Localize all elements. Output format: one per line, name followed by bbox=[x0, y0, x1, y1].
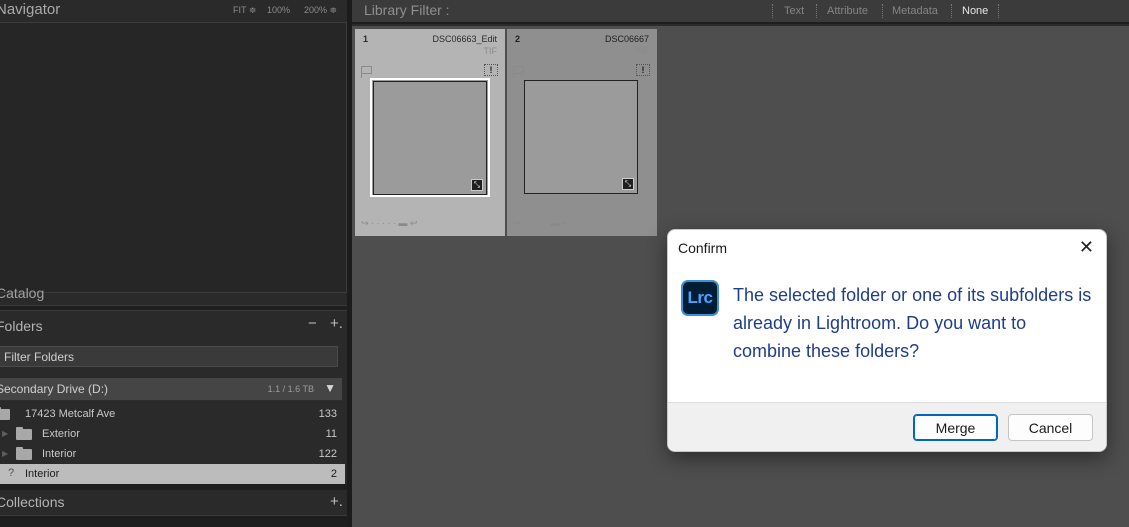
folders-panel-title: Folders bbox=[0, 318, 43, 334]
cell-index: 2 bbox=[515, 34, 521, 44]
cell-filetype: TIF bbox=[483, 46, 498, 56]
missing-file-warning-icon[interactable]: ! bbox=[484, 64, 498, 76]
dialog-title: Confirm bbox=[678, 240, 728, 256]
folder-count: 11 bbox=[325, 428, 337, 440]
collections-panel-title[interactable]: Collections bbox=[0, 494, 64, 510]
folder-count: 2 bbox=[330, 468, 337, 480]
drive-collapse-icon[interactable]: ▼ bbox=[324, 381, 336, 395]
navigator-header[interactable]: Navigator FIT ≑ 100% 200% ≑ bbox=[0, 0, 347, 20]
grid-cell[interactable]: 2 DSC06667 TIF ! ⤡ ↪ · · · · · ▬ ↩ bbox=[507, 29, 657, 236]
flag-icon[interactable] bbox=[361, 66, 372, 78]
cell-filename: DSC06663_Edit bbox=[432, 34, 497, 44]
navigator-preview[interactable] bbox=[0, 22, 347, 293]
flag-icon[interactable] bbox=[513, 66, 524, 78]
thumbnail[interactable]: ⤡ bbox=[524, 80, 638, 194]
folder-icon bbox=[16, 447, 32, 460]
folder-item-interior-selected[interactable]: ? Interior 2 bbox=[0, 464, 345, 484]
filter-text-tab[interactable]: Text bbox=[784, 5, 804, 17]
lightroom-window: Navigator FIT ≑ 100% 200% ≑ Catalog Fold… bbox=[0, 0, 1129, 527]
filter-separator bbox=[816, 4, 817, 18]
thumbnail-selection-frame: ⤡ bbox=[370, 78, 490, 197]
expand-triangle-icon[interactable]: ▶ bbox=[2, 449, 8, 458]
navigator-title: Navigator bbox=[0, 1, 61, 18]
filter-separator bbox=[951, 4, 952, 18]
drive-size: 1.1 / 1.6 TB bbox=[267, 384, 314, 394]
edited-badge-icon[interactable]: ⤡ bbox=[622, 178, 634, 190]
drive-row[interactable]: Secondary Drive (D:) 1.1 / 1.6 TB ▼ bbox=[0, 378, 342, 401]
collections-panel-body bbox=[0, 515, 347, 527]
missing-file-warning-icon[interactable]: ! bbox=[636, 64, 650, 76]
folder-icon bbox=[0, 407, 10, 420]
cancel-button[interactable]: Cancel bbox=[1008, 414, 1093, 441]
library-filter-bar: Library Filter : Text Attribute Metadata… bbox=[352, 0, 1129, 24]
cell-footer-icons[interactable]: ↪ · · · · · ▬ ↩ bbox=[361, 218, 499, 230]
expand-triangle-icon[interactable]: ▶ bbox=[2, 429, 8, 438]
left-panel: Navigator FIT ≑ 100% 200% ≑ Catalog Fold… bbox=[0, 0, 352, 527]
folder-count: 133 bbox=[318, 408, 337, 420]
close-icon[interactable]: ✕ bbox=[1079, 237, 1094, 258]
folder-item-17423-metcalf-ave[interactable]: 17423 Metcalf Ave 133 bbox=[0, 404, 345, 424]
filter-separator bbox=[882, 4, 883, 18]
edited-badge-icon[interactable]: ⤡ bbox=[471, 179, 483, 191]
filter-separator bbox=[772, 4, 773, 18]
confirm-dialog: Confirm ✕ Lrc The selected folder or one… bbox=[667, 229, 1107, 452]
folders-panel-header[interactable]: Folders − +. bbox=[0, 314, 347, 338]
folder-name: Exterior bbox=[42, 428, 80, 440]
dialog-message: The selected folder or one of its subfol… bbox=[733, 285, 1092, 361]
folder-item-exterior[interactable]: ▶ Exterior 11 bbox=[0, 424, 345, 444]
filter-separator bbox=[998, 4, 999, 18]
filter-metadata-tab[interactable]: Metadata bbox=[892, 5, 938, 17]
cell-filename: DSC06667 bbox=[604, 34, 649, 44]
folder-name: Interior bbox=[25, 468, 60, 480]
folder-count: 122 bbox=[318, 448, 337, 460]
filter-none-tab[interactable]: None bbox=[962, 5, 988, 17]
panel-separator bbox=[0, 484, 347, 490]
dialog-footer: Merge Cancel bbox=[668, 402, 1106, 451]
grid-cell[interactable]: 1 DSC06663_Edit TIF ! ⤡ ↪ · · · · · ▬ ↩ bbox=[355, 29, 505, 236]
merge-button[interactable]: Merge bbox=[913, 414, 998, 441]
zoom-200-option[interactable]: 200% ≑ bbox=[304, 5, 337, 16]
panel-separator bbox=[0, 305, 347, 311]
drive-label: Secondary Drive (D:) bbox=[0, 382, 109, 396]
thumbnail[interactable]: ⤡ bbox=[373, 81, 487, 195]
folder-icon bbox=[16, 427, 32, 440]
add-folder-button[interactable]: +. bbox=[330, 315, 343, 332]
zoom-100-option[interactable]: 100% bbox=[267, 5, 290, 15]
add-collection-button[interactable]: +. bbox=[330, 493, 343, 510]
folder-item-interior[interactable]: ▶ Interior 122 bbox=[0, 444, 345, 464]
cell-footer-icons[interactable]: ↪ · · · · · ▬ ↩ bbox=[513, 218, 651, 230]
folder-name: Interior bbox=[42, 448, 77, 460]
zoom-fit-option[interactable]: FIT ≑ bbox=[233, 5, 256, 16]
catalog-panel-title[interactable]: Catalog bbox=[0, 285, 44, 301]
filter-attribute-tab[interactable]: Attribute bbox=[827, 5, 868, 17]
library-filter-title: Library Filter : bbox=[364, 2, 450, 18]
cell-index: 1 bbox=[363, 34, 369, 44]
folder-name: 17423 Metcalf Ave bbox=[25, 408, 116, 420]
cell-filetype: TIF bbox=[635, 46, 650, 56]
remove-folder-button[interactable]: − bbox=[308, 315, 317, 332]
filter-folders-input[interactable]: Filter Folders bbox=[0, 346, 338, 367]
lightroom-classic-icon: Lrc bbox=[681, 280, 719, 316]
missing-folder-icon: ? bbox=[8, 467, 15, 479]
